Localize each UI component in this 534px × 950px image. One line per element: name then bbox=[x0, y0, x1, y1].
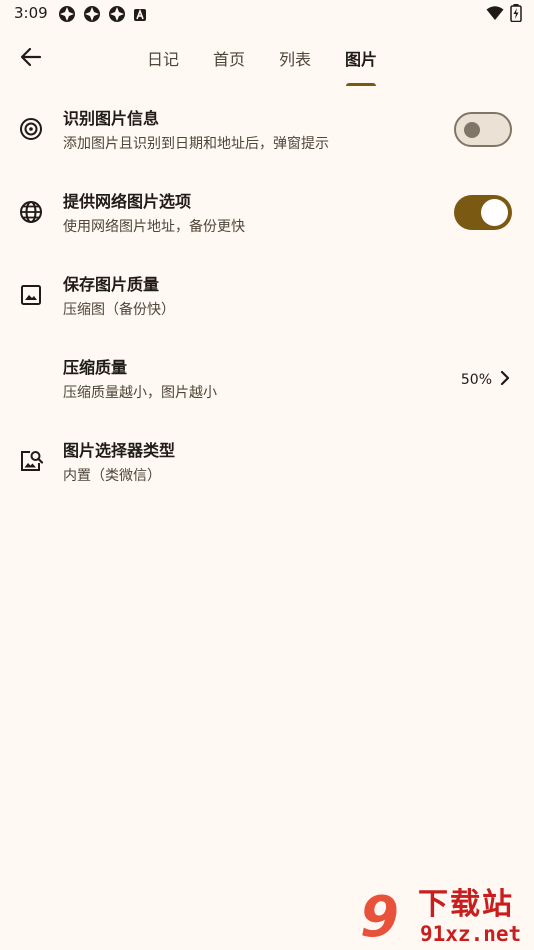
setting-subtitle: 内置（类微信） bbox=[63, 468, 161, 484]
setting-network-image-option[interactable]: 提供网络图片选项 使用网络图片地址，备份更快 bbox=[0, 177, 534, 260]
a-badge-icon bbox=[133, 7, 147, 26]
status-bar: 3:09 bbox=[0, 0, 534, 28]
setting-subtitle: 压缩质量越小，图片越小 bbox=[63, 385, 217, 401]
setting-text: 图片选择器类型 内置（类微信） bbox=[63, 440, 175, 486]
target-icon bbox=[18, 116, 44, 142]
tab-list[interactable]: 列表 bbox=[262, 30, 328, 86]
setting-text: 压缩质量 压缩质量越小，图片越小 bbox=[63, 357, 217, 403]
setting-title: 图片选择器类型 bbox=[63, 441, 176, 460]
tab-images[interactable]: 图片 bbox=[328, 30, 394, 86]
tab-home[interactable]: 首页 bbox=[196, 30, 262, 86]
watermark-logo-mark: 9 bbox=[360, 885, 399, 950]
setting-value: 50% bbox=[460, 372, 492, 388]
globe-icon bbox=[18, 199, 44, 225]
setting-title: 识别图片信息 bbox=[63, 109, 160, 128]
switch-knob bbox=[464, 122, 480, 138]
compression-quality-value[interactable]: 50% bbox=[461, 370, 512, 390]
app-notification-icon bbox=[58, 5, 76, 27]
notification-icons bbox=[58, 5, 147, 27]
setting-subtitle: 添加图片且识别到日期和地址后，弹窗提示 bbox=[63, 136, 329, 152]
setting-text: 识别图片信息 添加图片且识别到日期和地址后，弹窗提示 bbox=[63, 108, 329, 154]
app-notification-icon bbox=[108, 5, 126, 27]
switch-knob bbox=[481, 199, 508, 226]
setting-save-image-quality[interactable]: 保存图片质量 压缩图（备份快） bbox=[0, 260, 534, 343]
wifi-icon bbox=[486, 5, 504, 25]
back-button[interactable] bbox=[14, 42, 48, 76]
setting-title: 提供网络图片选项 bbox=[63, 192, 192, 211]
setting-subtitle: 使用网络图片地址，备份更快 bbox=[63, 219, 245, 235]
app-notification-icon bbox=[83, 5, 101, 27]
watermark-url: 91xz.net bbox=[420, 922, 522, 946]
setting-image-picker-type[interactable]: 图片选择器类型 内置（类微信） bbox=[0, 426, 534, 509]
setting-title: 压缩质量 bbox=[63, 358, 128, 377]
setting-recognize-image-info[interactable]: 识别图片信息 添加图片且识别到日期和地址后，弹窗提示 bbox=[0, 94, 534, 177]
setting-text: 提供网络图片选项 使用网络图片地址，备份更快 bbox=[63, 191, 245, 237]
setting-text: 保存图片质量 压缩图（备份快） bbox=[63, 274, 175, 320]
chevron-right-icon bbox=[498, 370, 512, 390]
watermark: 9 下载站 91xz.net bbox=[360, 888, 530, 948]
image-search-icon bbox=[18, 448, 44, 474]
setting-compression-quality[interactable]: 压缩质量 压缩质量越小，图片越小 50% bbox=[0, 343, 534, 426]
tab-bar: 日记 首页 列表 图片 bbox=[130, 30, 394, 86]
top-app-bar: 日记 首页 列表 图片 bbox=[0, 30, 534, 86]
arrow-left-icon bbox=[20, 46, 42, 72]
setting-title: 保存图片质量 bbox=[63, 275, 160, 294]
network-image-option-switch[interactable] bbox=[454, 195, 512, 230]
watermark-title: 下载站 bbox=[418, 887, 514, 922]
settings-list: 识别图片信息 添加图片且识别到日期和地址后，弹窗提示 提供网络图片选项 使用网络… bbox=[0, 94, 534, 509]
setting-subtitle: 压缩图（备份快） bbox=[63, 302, 175, 318]
system-icons bbox=[486, 4, 522, 26]
recognize-image-info-switch[interactable] bbox=[454, 112, 512, 147]
image-icon bbox=[18, 282, 44, 308]
status-time: 3:09 bbox=[14, 4, 48, 22]
tab-diary[interactable]: 日记 bbox=[130, 30, 196, 86]
battery-icon bbox=[510, 4, 522, 26]
